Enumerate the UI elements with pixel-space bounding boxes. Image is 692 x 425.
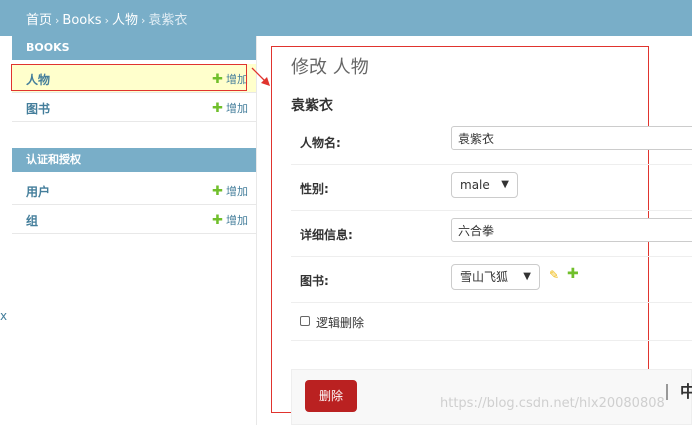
breadcrumb-separator: › — [104, 14, 109, 27]
page-title: 修改 人物 — [291, 57, 369, 78]
add-person-link[interactable]: ✚ 增加 — [212, 71, 248, 87]
add-link-label: 增加 — [226, 102, 248, 115]
form-row-details: 详细信息: — [291, 211, 692, 257]
is-delete-checkbox[interactable] — [300, 316, 310, 326]
form-row-gender: 性别: male ▼ — [291, 165, 692, 211]
plus-icon[interactable]: ✚ — [567, 266, 579, 282]
chevron-down-icon: ▼ — [523, 271, 531, 282]
field-label: 详细信息: — [300, 228, 353, 242]
add-link-label: 增加 — [226, 185, 248, 198]
chevron-down-icon: ▼ — [501, 179, 509, 190]
site-header: 首页 › Books › 人物 › 袁紫衣 — [0, 0, 692, 36]
save-button-partial[interactable]: 中 — [680, 378, 692, 402]
object-name-heading: 袁紫衣 — [291, 98, 333, 114]
name-input[interactable] — [451, 126, 692, 150]
watermark: https://blog.csdn.net/hlx20080808 — [440, 396, 665, 411]
sidebar-item-book[interactable]: 图书 ✚ 增加 — [12, 93, 256, 122]
sidebar-item-label[interactable]: 用户 — [26, 183, 50, 200]
sidebar-toggle[interactable]: x — [0, 309, 7, 323]
add-link-label: 增加 — [226, 73, 248, 86]
form-row-name: 人物名: — [291, 119, 692, 165]
add-book-link[interactable]: ✚ 增加 — [212, 100, 248, 116]
module-caption-label: BOOKS — [26, 41, 70, 54]
breadcrumb-separator: › — [55, 14, 60, 27]
plus-icon: ✚ — [212, 72, 223, 87]
field-label: 性别: — [300, 182, 329, 196]
sidebar-nav: BOOKS 人物 ✚ 增加 图书 ✚ 增加 认证和授权 用户 ✚ 增加 组 ✚ 增加 — [12, 36, 257, 425]
add-link-label: 增加 — [226, 214, 248, 227]
delete-button[interactable]: 删除 — [305, 380, 357, 412]
module-caption-auth[interactable]: 认证和授权 — [12, 148, 256, 172]
breadcrumb: 首页 › Books › 人物 › 袁紫衣 — [26, 9, 187, 28]
breadcrumb-separator: › — [140, 14, 146, 27]
sidebar-item-person[interactable]: 人物 ✚ 增加 — [12, 64, 256, 93]
checkbox-label[interactable]: 逻辑删除 — [316, 314, 364, 331]
select-value: 雪山飞狐 — [460, 270, 509, 284]
form-row-is-delete: 逻辑删除 — [291, 303, 692, 341]
breadcrumb-current: 袁紫衣 — [148, 13, 188, 28]
field-label: 人物名: — [300, 136, 341, 150]
field-label: 图书: — [300, 274, 329, 288]
sidebar-item-user[interactable]: 用户 ✚ 增加 — [12, 176, 256, 205]
form-row-book: 图书: 雪山飞狐 ▼ ✎ ✚ — [291, 257, 692, 303]
sidebar-item-group[interactable]: 组 ✚ 增加 — [12, 205, 256, 234]
add-user-link[interactable]: ✚ 增加 — [212, 183, 248, 199]
breadcrumb-app[interactable]: Books — [62, 13, 101, 28]
book-select[interactable]: 雪山飞狐 ▼ — [451, 264, 540, 290]
pencil-icon[interactable]: ✎ — [549, 268, 559, 282]
add-group-link[interactable]: ✚ 增加 — [212, 212, 248, 228]
plus-icon: ✚ — [212, 101, 223, 116]
gender-select[interactable]: male ▼ — [451, 172, 518, 198]
annotation-arrow-icon — [251, 67, 270, 86]
module-caption-books[interactable]: BOOKS — [12, 36, 256, 60]
breadcrumb-home[interactable]: 首页 — [26, 13, 52, 28]
sidebar-item-label[interactable]: 人物 — [26, 71, 50, 88]
details-input[interactable] — [451, 218, 692, 242]
sidebar-item-label[interactable]: 组 — [26, 212, 38, 229]
select-value: male — [460, 178, 490, 192]
module-caption-label: 认证和授权 — [26, 153, 81, 166]
plus-icon: ✚ — [212, 184, 223, 199]
sidebar-item-label[interactable]: 图书 — [26, 100, 50, 117]
plus-icon: ✚ — [212, 213, 223, 228]
breadcrumb-model[interactable]: 人物 — [112, 13, 138, 28]
divider — [666, 384, 668, 400]
